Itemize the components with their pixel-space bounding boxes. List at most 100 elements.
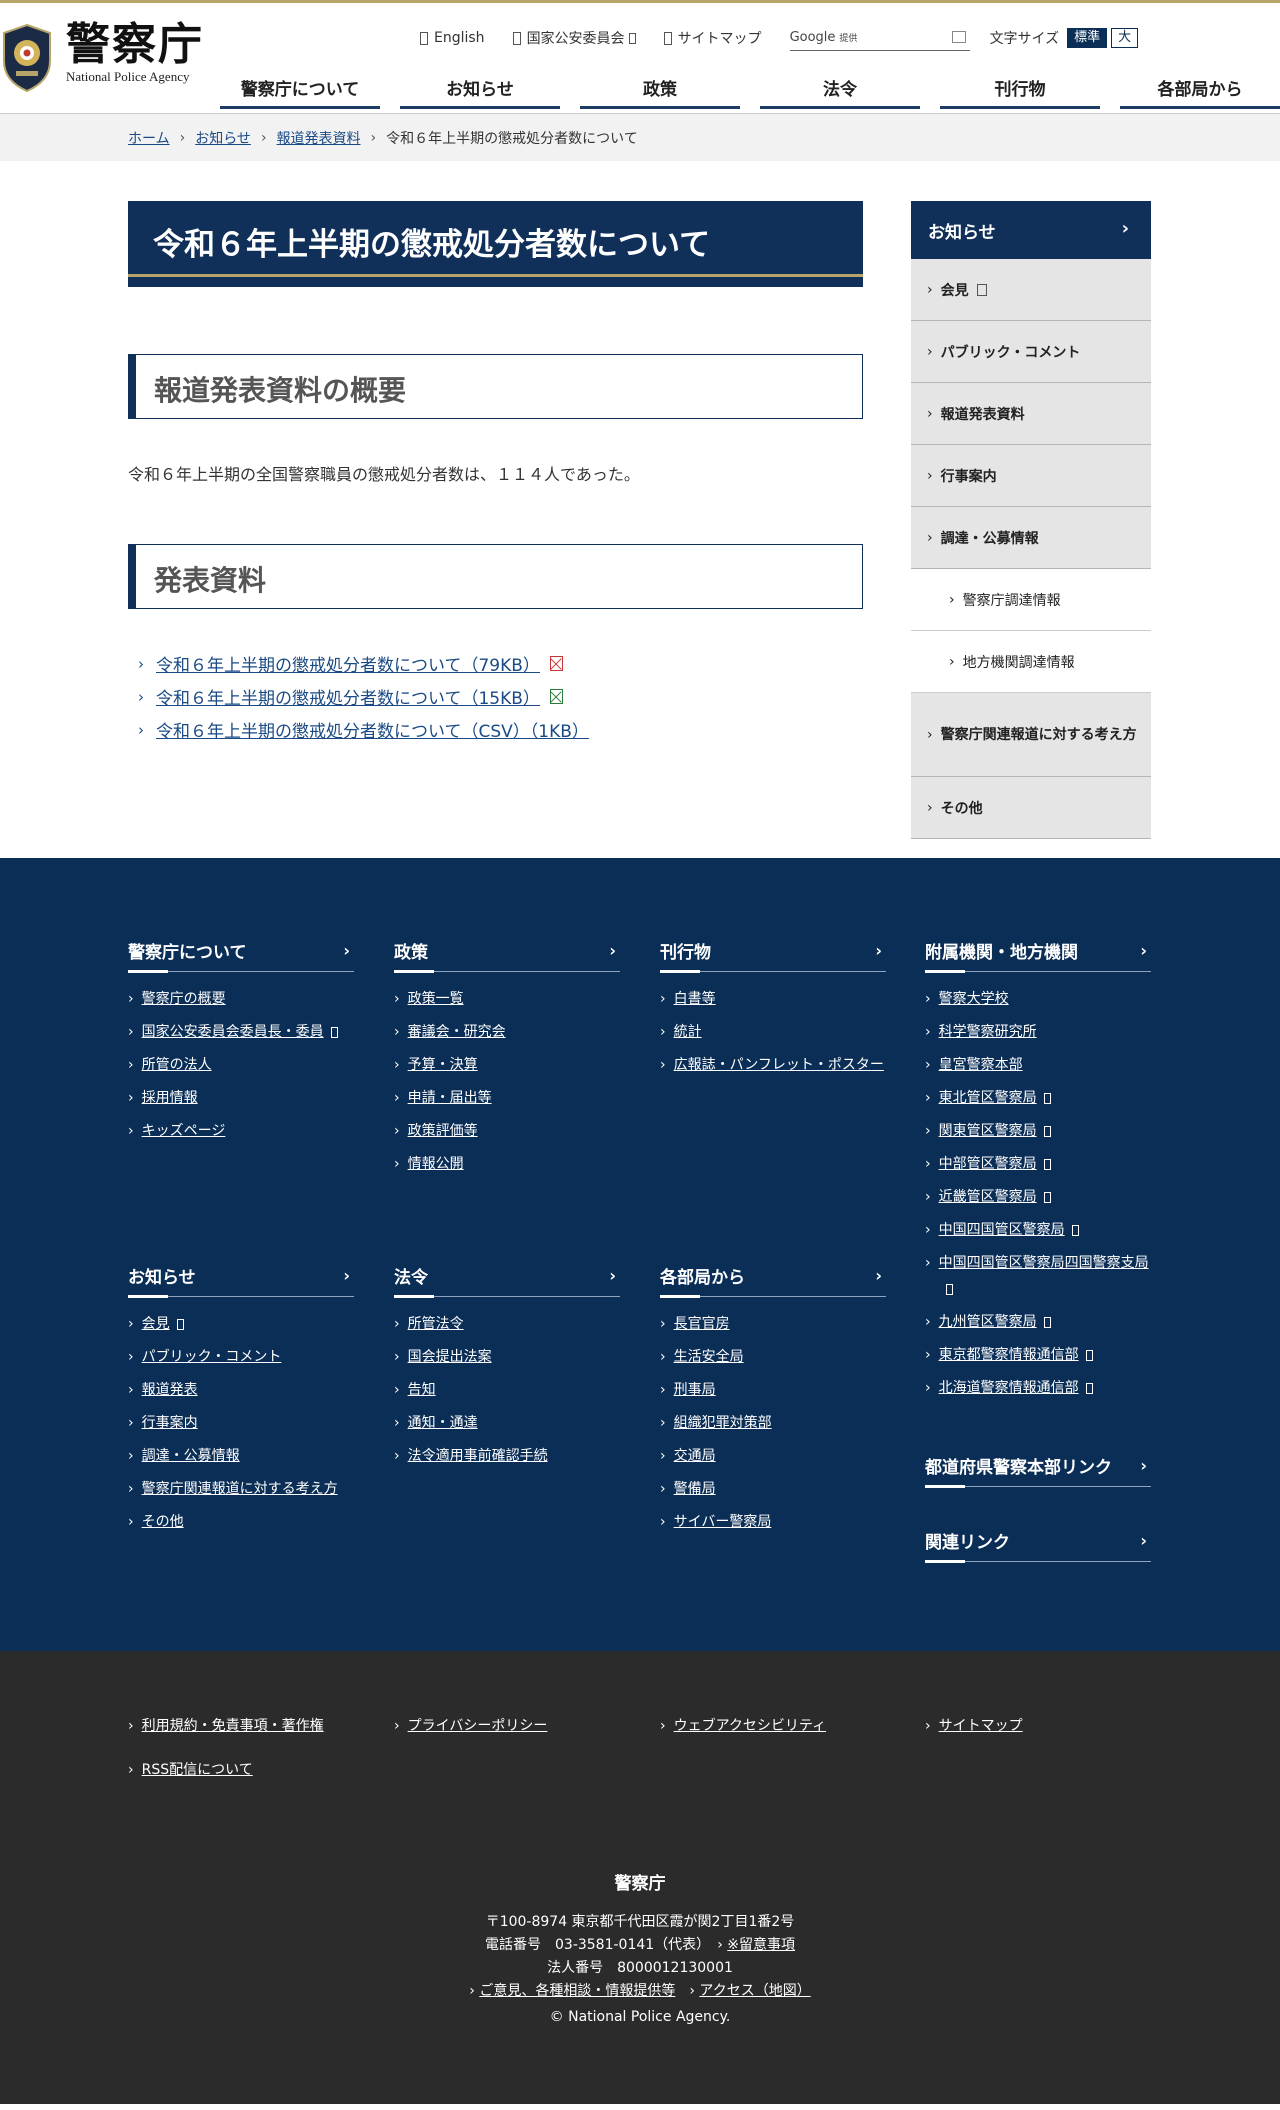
side-item-events[interactable]: › 行事案内 xyxy=(911,445,1151,507)
footer-link[interactable]: 所管の法人 xyxy=(142,1057,212,1073)
side-menu-head[interactable]: お知らせ › xyxy=(911,201,1151,259)
footer-link[interactable]: 皇宮警察本部 xyxy=(939,1057,1023,1073)
footer-link[interactable]: サイバー警察局 xyxy=(674,1514,772,1530)
side-sub-regional-procurement[interactable]: › 地方機関調達情報 xyxy=(911,631,1151,693)
footer-link[interactable]: 調達・公募情報 xyxy=(142,1448,240,1464)
footer-link[interactable]: 警察大学校 xyxy=(939,991,1009,1007)
footer-link[interactable]: 東北管区警察局 xyxy=(939,1090,1037,1106)
footer-link[interactable]: その他 xyxy=(142,1514,184,1530)
font-size-standard-button[interactable]: 標準 xyxy=(1067,28,1108,48)
breadcrumb-home[interactable]: ホーム xyxy=(128,128,170,148)
footer-link[interactable]: 関東管区警察局 xyxy=(939,1123,1037,1139)
footer-link[interactable]: 告知 xyxy=(408,1382,436,1398)
gnav-news[interactable]: お知らせ xyxy=(400,75,560,109)
side-sub-npa-procurement[interactable]: › 警察庁調達情報 xyxy=(911,569,1151,631)
footer-head-related-links[interactable]: 関連リンク › xyxy=(925,1528,1151,1563)
footer-link[interactable]: 政策評価等 xyxy=(408,1123,478,1139)
side-item-media-response[interactable]: › 警察庁関連報道に対する考え方 xyxy=(911,693,1151,777)
footer-link[interactable]: 統計 xyxy=(674,1024,702,1040)
notice-link[interactable]: ※留意事項 xyxy=(727,1937,795,1953)
footer-link[interactable]: 法令適用事前確認手続 xyxy=(408,1448,548,1464)
footer-link[interactable]: 国家公安委員会委員長・委員 xyxy=(142,1024,324,1040)
footer-link[interactable]: 警察庁関連報道に対する考え方 xyxy=(142,1481,338,1497)
gnav-policy[interactable]: 政策 xyxy=(580,75,740,109)
footer-list-publications: › 白書等 › 統計 › 広報誌・パンフレット・ポスター xyxy=(660,986,886,1078)
external-link-icon xyxy=(1085,1382,1093,1394)
footer-head-agencies[interactable]: 附属機関・地方機関 › xyxy=(925,938,1151,973)
breadcrumb-press[interactable]: 報道発表資料 xyxy=(277,128,361,148)
side-item-press-release[interactable]: › 報道発表資料 xyxy=(911,383,1151,445)
footer-link[interactable]: 政策一覧 xyxy=(408,991,464,1007)
sitemap-footer-link[interactable]: サイトマップ xyxy=(939,1718,1023,1734)
access-link[interactable]: アクセス（地図） xyxy=(699,1983,810,1999)
footer-link[interactable]: 情報公開 xyxy=(408,1156,464,1172)
chevron-right-icon: › xyxy=(925,1222,931,1238)
breadcrumb-news[interactable]: お知らせ xyxy=(195,128,251,148)
footer-link[interactable]: 白書等 xyxy=(674,991,716,1007)
side-item-press-conference[interactable]: › 会見 xyxy=(911,259,1151,321)
footer-link[interactable]: 国会提出法案 xyxy=(408,1349,492,1365)
footer-link[interactable]: 長官官房 xyxy=(674,1316,730,1332)
footer-link[interactable]: 生活安全局 xyxy=(674,1349,744,1365)
sitemap-link[interactable]: サイトマップ xyxy=(663,28,762,48)
gnav-about[interactable]: 警察庁について xyxy=(220,75,380,109)
footer-link[interactable]: 警備局 xyxy=(674,1481,716,1497)
footer-head-publications[interactable]: 刊行物 › xyxy=(660,938,886,973)
footer-link[interactable]: 所管法令 xyxy=(408,1316,464,1332)
footer-link[interactable]: パブリック・コメント xyxy=(142,1349,282,1365)
footer-link[interactable]: 組織犯罪対策部 xyxy=(674,1415,772,1431)
footer-head-news[interactable]: お知らせ › xyxy=(128,1263,354,1298)
footer-link[interactable]: 交通局 xyxy=(674,1448,716,1464)
footer-link[interactable]: 予算・決算 xyxy=(408,1057,478,1073)
footer-head-about[interactable]: 警察庁について › xyxy=(128,938,354,973)
search-input[interactable] xyxy=(857,27,946,47)
footer-link[interactable]: 会見 xyxy=(142,1316,170,1332)
footer-head-pref-police[interactable]: 都道府県警察本部リンク › xyxy=(925,1453,1151,1488)
footer-link[interactable]: 通知・通達 xyxy=(408,1415,478,1431)
privacy-link[interactable]: プライバシーポリシー xyxy=(408,1718,548,1734)
side-item-procurement[interactable]: › 調達・公募情報 xyxy=(911,507,1151,569)
footer-head-law[interactable]: 法令 › xyxy=(394,1263,620,1298)
footer-link[interactable]: 採用情報 xyxy=(142,1090,198,1106)
footer-link[interactable]: 広報誌・パンフレット・ポスター xyxy=(674,1057,884,1073)
footer-link[interactable]: 刑事局 xyxy=(674,1382,716,1398)
font-size-large-button[interactable]: 大 xyxy=(1111,28,1139,48)
english-link[interactable]: English xyxy=(420,30,485,46)
footer-link[interactable]: 科学警察研究所 xyxy=(939,1024,1037,1040)
gnav-bureaus[interactable]: 各部局から xyxy=(1120,75,1280,109)
chevron-right-icon: › xyxy=(128,1718,134,1734)
document-link-pdf[interactable]: 令和６年上半期の懲戒処分者数について（79KB） xyxy=(156,651,540,676)
side-item-other[interactable]: › その他 xyxy=(911,777,1151,839)
terms-link[interactable]: 利用規約・免責事項・著作権 xyxy=(142,1718,324,1734)
site-search: Google 提供 xyxy=(789,25,970,51)
footer-head-policy[interactable]: 政策 › xyxy=(394,938,620,973)
gnav-publications[interactable]: 刊行物 xyxy=(940,75,1100,109)
footer-link[interactable]: 北海道警察情報通信部 xyxy=(939,1380,1079,1396)
footer-link[interactable]: 近畿管区警察局 xyxy=(939,1189,1037,1205)
footer-col-related: 関連リンク › xyxy=(925,1528,1151,1563)
gnav-law[interactable]: 法令 xyxy=(760,75,920,109)
footer-link[interactable]: 九州管区警察局 xyxy=(939,1314,1037,1330)
npsc-link[interactable]: 国家公安委員会 xyxy=(512,28,636,48)
opinion-link[interactable]: ご意見、各種相談・情報提供等 xyxy=(479,1983,675,1999)
footer-list-item: › 警察大学校 xyxy=(925,986,1151,1012)
footer-link[interactable]: 警察庁の概要 xyxy=(142,991,226,1007)
footer-link[interactable]: 東京都警察情報通信部 xyxy=(939,1347,1079,1363)
footer-link[interactable]: 審議会・研究会 xyxy=(408,1024,506,1040)
search-icon[interactable] xyxy=(951,31,966,43)
rss-link[interactable]: RSS配信について xyxy=(142,1762,253,1778)
footer-link[interactable]: キッズページ xyxy=(142,1123,226,1139)
footer-link[interactable]: 行事案内 xyxy=(142,1415,198,1431)
footer-link[interactable]: 中国四国管区警察局 xyxy=(939,1222,1065,1238)
footer-link[interactable]: 申請・届出等 xyxy=(408,1090,492,1106)
footer-col-agencies: 附属機関・地方機関 › › 警察大学校 › 科学警察研究所 › 皇宮警察本部 › 東北管区警察局… xyxy=(925,938,1151,1408)
site-logo[interactable]: 警察庁 National Police Agency xyxy=(0,21,204,93)
footer-link[interactable]: 中部管区警察局 xyxy=(939,1156,1037,1172)
document-link-excel[interactable]: 令和６年上半期の懲戒処分者数について（15KB） xyxy=(156,684,540,709)
side-item-public-comment[interactable]: › パブリック・コメント xyxy=(911,321,1151,383)
footer-link[interactable]: 中国四国管区警察局四国警察支局 xyxy=(939,1255,1149,1271)
document-link-csv[interactable]: 令和６年上半期の懲戒処分者数について（CSV）（1KB） xyxy=(156,717,589,742)
footer-link[interactable]: 報道発表 xyxy=(142,1382,198,1398)
accessibility-link[interactable]: ウェブアクセシビリティ xyxy=(674,1718,826,1734)
footer-head-bureaus[interactable]: 各部局から › xyxy=(660,1263,886,1298)
